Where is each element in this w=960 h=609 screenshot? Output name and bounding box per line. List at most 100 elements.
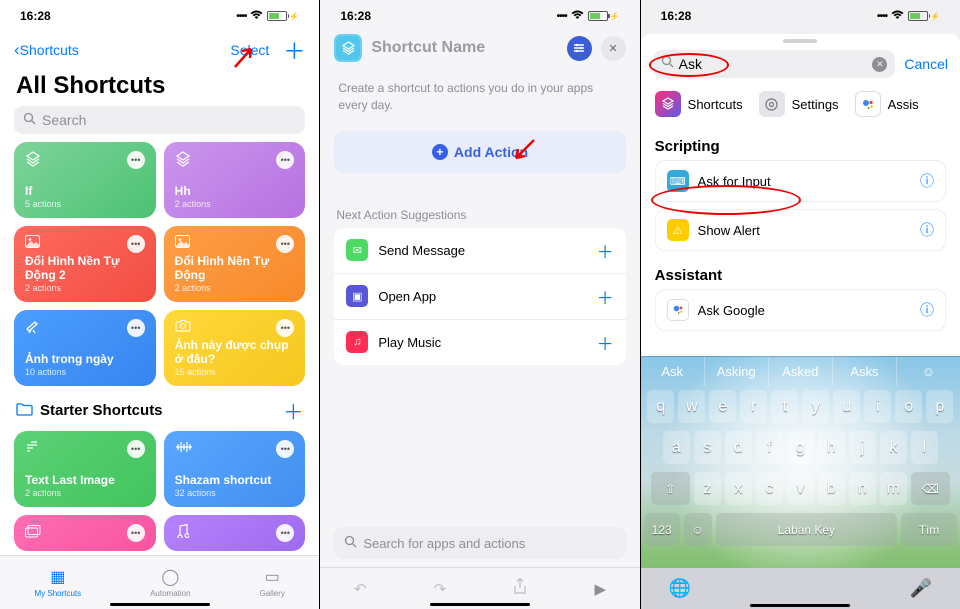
kb-key-r[interactable]: r	[740, 390, 767, 423]
kb-key-a[interactable]: a	[663, 431, 690, 464]
kb-suggestion[interactable]: Asks	[833, 357, 897, 386]
suggestion-open-app[interactable]: ▣ Open App ＋	[334, 274, 625, 320]
kb-key-k[interactable]: k	[880, 431, 907, 464]
kb-key-i[interactable]: i	[864, 390, 891, 423]
kb-key-w[interactable]: w	[678, 390, 705, 423]
folder-add-button[interactable]: ＋	[283, 396, 303, 425]
more-icon[interactable]: •••	[127, 440, 145, 458]
filter-shortcuts[interactable]: Shortcuts	[655, 91, 743, 117]
more-icon[interactable]: •••	[127, 235, 145, 253]
settings-button[interactable]	[567, 36, 592, 61]
suggestion-send-message[interactable]: ✉︎ Send Message ＋	[334, 228, 625, 274]
more-icon[interactable]: •••	[276, 151, 294, 169]
tab-gallery[interactable]: ▭ Gallery	[260, 567, 285, 598]
kb-key-d[interactable]: d	[725, 431, 752, 464]
action-ask-for-input[interactable]: ⌨︎ Ask for Input ⓘ	[655, 160, 946, 202]
globe-icon[interactable]: 🌐	[669, 578, 691, 599]
kb-key-m[interactable]: m	[880, 472, 907, 505]
kb-key-y[interactable]: y	[802, 390, 829, 423]
tab-my-shortcuts[interactable]: ▦ My Shortcuts	[34, 567, 81, 598]
grabber-handle[interactable]	[783, 39, 817, 43]
add-action-button[interactable]: + Add Action	[334, 131, 625, 173]
kb-key-z[interactable]: z	[694, 472, 721, 505]
add-icon[interactable]: ＋	[597, 238, 614, 263]
more-icon[interactable]: •••	[127, 524, 145, 542]
kb-numbers[interactable]: 123	[644, 513, 680, 546]
action-show-alert[interactable]: ⚠︎ Show Alert ⓘ	[655, 209, 946, 251]
tab-automation[interactable]: ◯ Automation	[150, 567, 190, 598]
kb-key-n[interactable]: n	[849, 472, 876, 505]
kb-emoji[interactable]: ☺	[897, 357, 960, 386]
shortcut-card[interactable]: ••• Text Last Image2 actions	[14, 431, 156, 507]
home-indicator[interactable]	[430, 603, 530, 606]
clear-search-button[interactable]: ✕	[872, 57, 887, 72]
search-input[interactable]: Ask ✕	[653, 50, 896, 78]
filter-settings[interactable]: Settings	[759, 91, 839, 117]
kb-enter[interactable]: Tìm	[901, 513, 957, 546]
kb-key-v[interactable]: v	[787, 472, 814, 505]
more-icon[interactable]: •••	[276, 440, 294, 458]
shortcut-card-if[interactable]: ••• If5 actions	[14, 142, 156, 218]
shortcut-card[interactable]: ••• Ảnh trong ngày10 actions	[14, 310, 156, 386]
kb-key-o[interactable]: o	[895, 390, 922, 423]
shortcut-card-hh[interactable]: ••• Hh2 actions	[164, 142, 306, 218]
kb-key-x[interactable]: x	[725, 472, 752, 505]
kb-key-c[interactable]: c	[756, 472, 783, 505]
shortcut-card[interactable]: •••	[14, 515, 156, 551]
kb-emoji-icon[interactable]: ☺	[684, 513, 712, 546]
search-input[interactable]: Search	[14, 106, 305, 134]
kb-key-e[interactable]: e	[709, 390, 736, 423]
redo-button[interactable]: ↷	[434, 580, 447, 598]
kb-key-g[interactable]: g	[787, 431, 814, 464]
kb-key-f[interactable]: f	[756, 431, 783, 464]
shortcut-card[interactable]: ••• Ảnh này được chụp ở đâu?15 actions	[164, 310, 306, 386]
more-icon[interactable]: •••	[276, 524, 294, 542]
add-icon[interactable]: ＋	[597, 284, 614, 309]
more-icon[interactable]: •••	[127, 319, 145, 337]
shortcut-name-input[interactable]: Shortcut Name	[371, 39, 557, 57]
more-icon[interactable]: •••	[276, 235, 294, 253]
home-indicator[interactable]	[110, 603, 210, 606]
select-button[interactable]: Select	[230, 42, 269, 58]
kb-key-u[interactable]: u	[833, 390, 860, 423]
kb-shift[interactable]: ⇧	[651, 472, 690, 505]
shortcut-color-icon[interactable]	[334, 34, 362, 62]
mic-icon[interactable]: 🎤	[910, 578, 932, 599]
suggestion-play-music[interactable]: ♫ Play Music ＋	[334, 320, 625, 365]
close-button[interactable]: ✕	[601, 36, 626, 61]
kb-key-s[interactable]: s	[694, 431, 721, 464]
shortcut-card[interactable]: •••	[164, 515, 306, 551]
kb-suggestion[interactable]: Asking	[705, 357, 769, 386]
kb-key-j[interactable]: j	[849, 431, 876, 464]
shortcut-card[interactable]: ••• Đổi Hình Nền Tự Động2 actions	[164, 226, 306, 302]
undo-button[interactable]: ↶	[354, 580, 367, 598]
kb-delete[interactable]: ⌫	[911, 472, 950, 505]
cancel-button[interactable]: Cancel	[904, 56, 948, 72]
share-button[interactable]	[513, 578, 527, 599]
action-ask-google[interactable]: Ask Google ⓘ	[655, 289, 946, 331]
new-shortcut-button[interactable]: ＋	[283, 34, 305, 66]
kb-key-b[interactable]: b	[818, 472, 845, 505]
shortcut-card[interactable]: ••• Đổi Hình Nền Tự Động 22 actions	[14, 226, 156, 302]
kb-key-l[interactable]: l	[911, 431, 938, 464]
add-icon[interactable]: ＋	[597, 330, 614, 355]
keyboard[interactable]: Ask Asking Asked Asks ☺ qwertyuiop asdfg…	[641, 356, 960, 609]
info-icon[interactable]: ⓘ	[920, 171, 934, 191]
play-button[interactable]: ▶	[595, 580, 607, 598]
kb-suggestion[interactable]: Ask	[641, 357, 705, 386]
back-button[interactable]: ‹ Shortcuts	[14, 40, 79, 60]
kb-key-q[interactable]: q	[647, 390, 674, 423]
home-indicator[interactable]	[750, 604, 850, 607]
info-icon[interactable]: ⓘ	[920, 300, 934, 320]
shortcut-card[interactable]: ••• Shazam shortcut32 actions	[164, 431, 306, 507]
kb-space[interactable]: Laban Key	[716, 513, 897, 546]
kb-suggestion[interactable]: Asked	[769, 357, 833, 386]
kb-key-p[interactable]: p	[926, 390, 953, 423]
kb-key-h[interactable]: h	[818, 431, 845, 464]
more-icon[interactable]: •••	[276, 319, 294, 337]
folder-header[interactable]: Starter Shortcuts	[16, 402, 163, 420]
kb-key-t[interactable]: t	[771, 390, 798, 423]
info-icon[interactable]: ⓘ	[920, 220, 934, 240]
more-icon[interactable]: •••	[127, 151, 145, 169]
filter-assistant[interactable]: Assis	[855, 91, 919, 117]
